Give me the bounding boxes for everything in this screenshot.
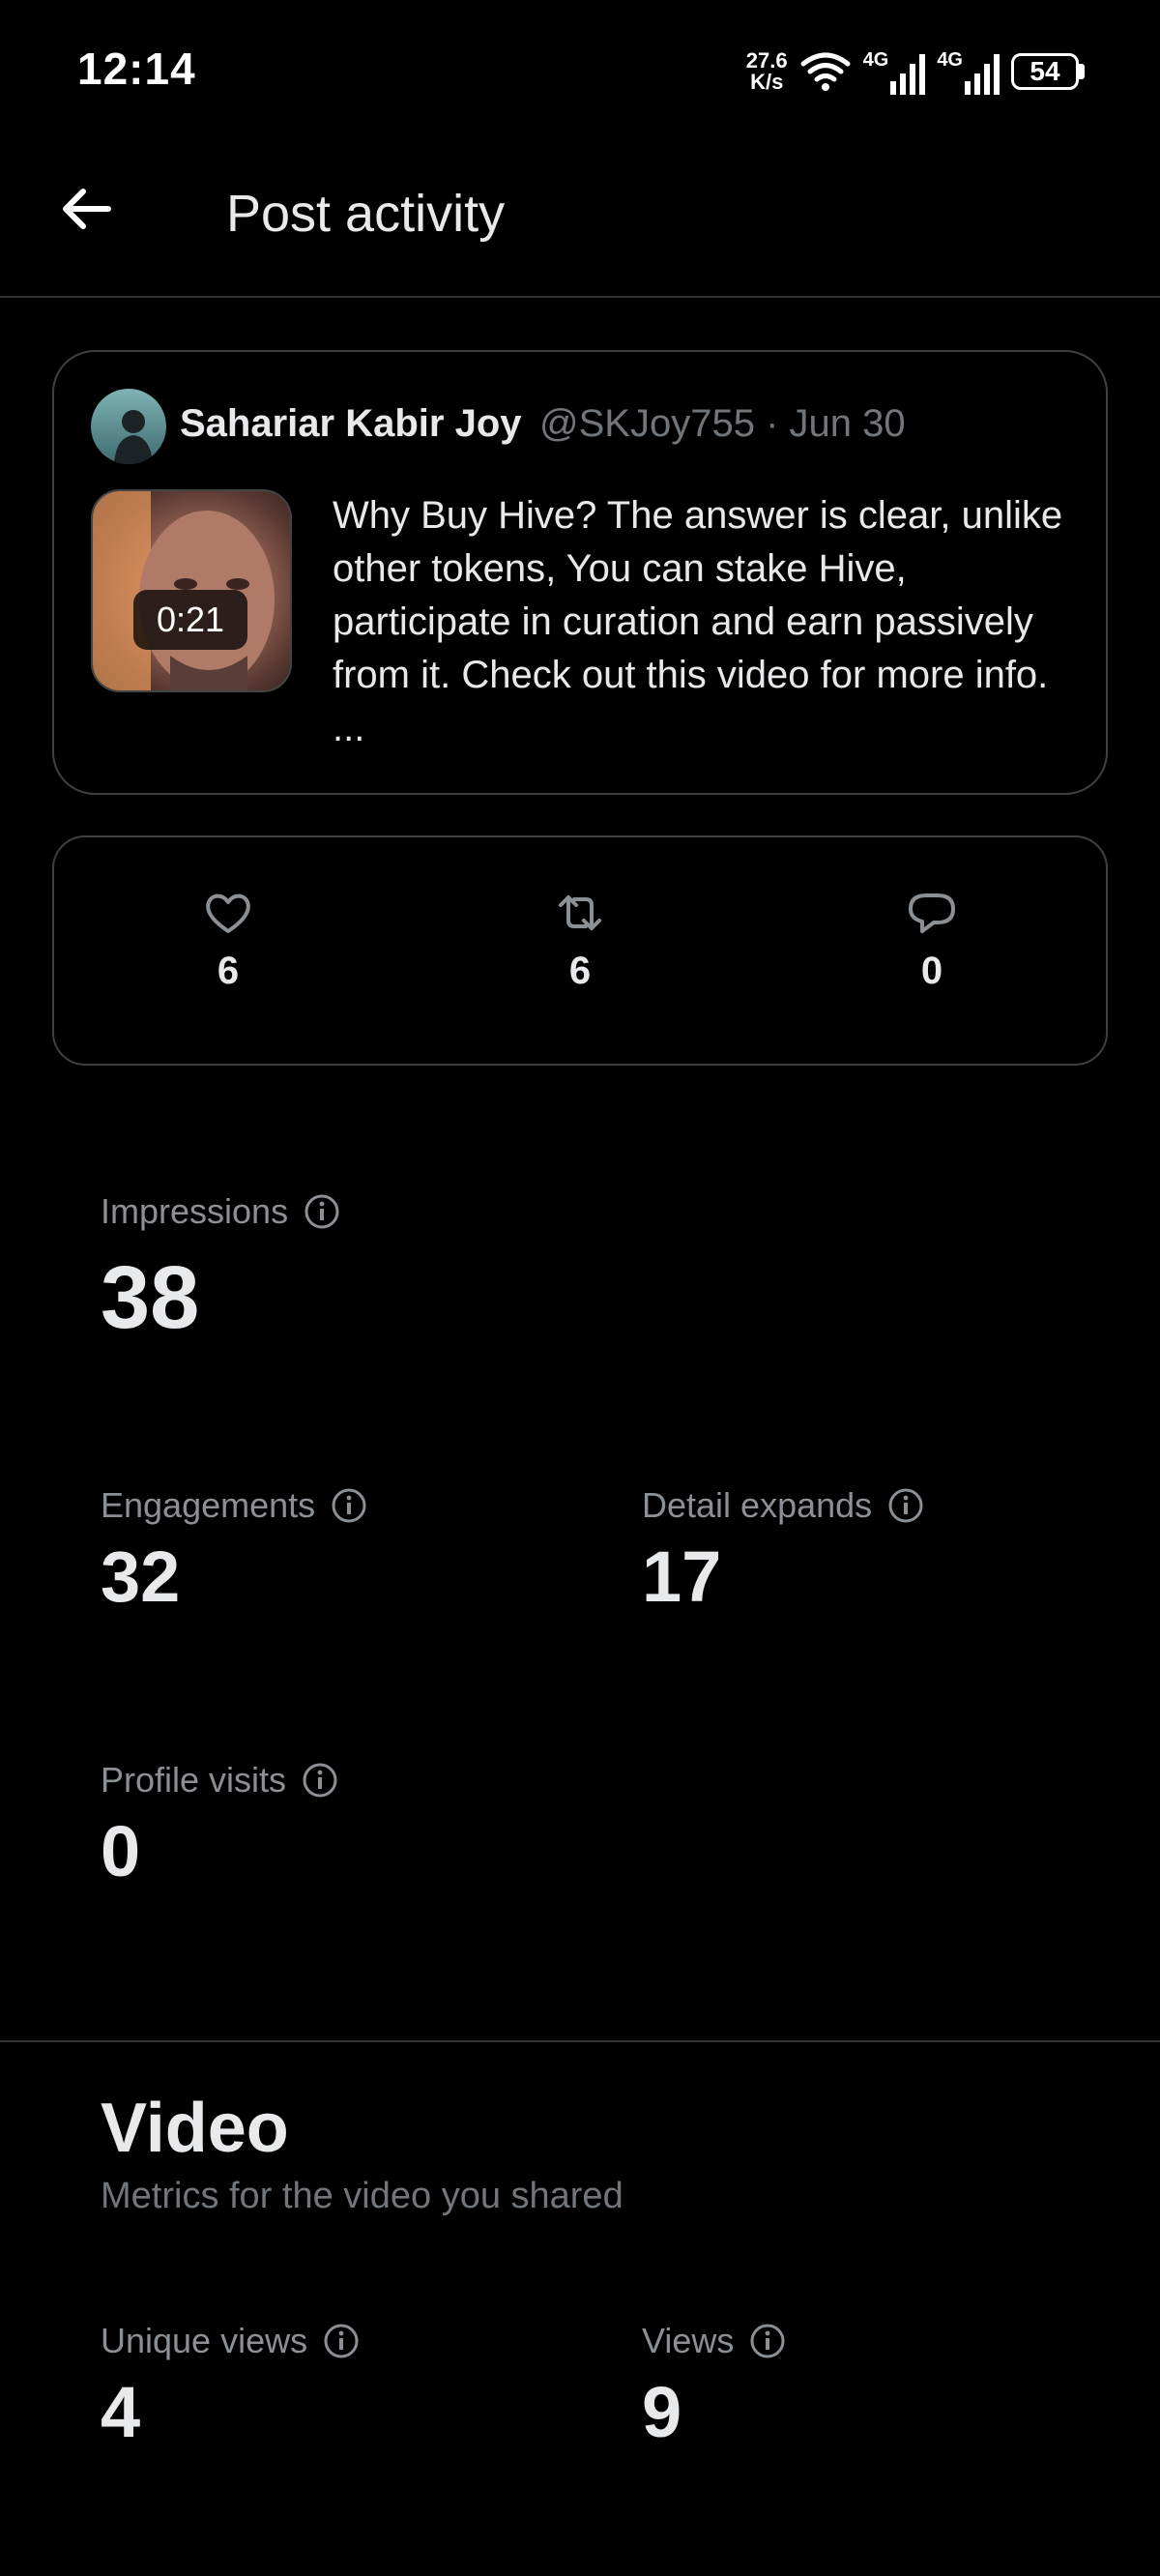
- battery-indicator: 54: [1011, 53, 1085, 90]
- wifi-icon: [800, 52, 851, 91]
- net-speed: 27.6 K/s: [746, 50, 788, 93]
- battery-level: 54: [1011, 53, 1079, 90]
- signal-bars-icon: [890, 53, 926, 95]
- replies-stat[interactable]: 0: [874, 886, 990, 993]
- impressions-value: 38: [101, 1248, 200, 1347]
- detail-expands-label: Detail expands: [642, 1485, 873, 1525]
- info-icon[interactable]: [304, 1193, 340, 1230]
- views-value: 9: [642, 2372, 682, 2452]
- section-divider: [0, 2040, 1160, 2042]
- unique-views-label: Unique views: [101, 2321, 308, 2360]
- likes-stat[interactable]: 6: [170, 886, 286, 993]
- engagements-value: 32: [101, 1537, 181, 1617]
- video-section-subtitle: Metrics for the video you shared: [101, 2176, 624, 2216]
- avatar-silhouette: [114, 410, 153, 464]
- author-name[interactable]: Sahariar Kabir Joy: [180, 402, 522, 446]
- cell-signal-1: 4G: [863, 49, 926, 95]
- author-handle-date: @SKJoy755 · Jun 30: [539, 402, 906, 445]
- engagements-label-row: Engagements: [101, 1485, 367, 1526]
- network-type-1: 4G: [862, 48, 889, 71]
- cell-signal-2: 4G: [937, 49, 1000, 95]
- impressions-label: Impressions: [101, 1191, 289, 1231]
- profile-visits-label: Profile visits: [101, 1760, 287, 1800]
- page-title: Post activity: [226, 185, 506, 243]
- info-icon[interactable]: [323, 2323, 360, 2359]
- profile-visits-value: 0: [101, 1811, 141, 1891]
- reply-bubble-icon: [909, 893, 955, 933]
- likes-count: 6: [217, 950, 240, 992]
- detail-expands-value: 17: [642, 1537, 722, 1617]
- profile-visits-label-row: Profile visits: [101, 1760, 338, 1800]
- repost-icon: [559, 895, 601, 930]
- status-time: 12:14: [77, 44, 196, 94]
- signal-bars-icon: [965, 53, 1000, 95]
- info-icon[interactable]: [302, 1762, 338, 1799]
- engagements-label: Engagements: [101, 1485, 316, 1525]
- detail-expands-label-row: Detail expands: [642, 1485, 924, 1526]
- network-type-2: 4G: [937, 48, 963, 71]
- info-icon[interactable]: [749, 2323, 786, 2359]
- reposts-stat[interactable]: 6: [522, 886, 638, 993]
- views-label-row: Views: [642, 2321, 786, 2361]
- info-icon[interactable]: [887, 1487, 924, 1524]
- heart-icon: [206, 893, 250, 933]
- views-label: Views: [642, 2321, 735, 2360]
- unique-views-label-row: Unique views: [101, 2321, 360, 2361]
- unique-views-value: 4: [101, 2372, 141, 2452]
- header-divider: [0, 296, 1160, 298]
- post-text[interactable]: Why Buy Hive? The answer is clear, unlik…: [333, 489, 1087, 755]
- video-duration-badge: 0:21: [133, 590, 247, 650]
- net-speed-value: 27.6: [745, 48, 788, 73]
- video-section-title: Video: [101, 2090, 289, 2167]
- reposts-count: 6: [568, 950, 592, 992]
- back-arrow-icon[interactable]: [58, 180, 116, 238]
- impressions-label-row: Impressions: [101, 1191, 340, 1232]
- status-icons: 27.6 K/s 4G 4G 54: [746, 46, 1085, 97]
- replies-count: 0: [920, 950, 943, 992]
- net-speed-unit: K/s: [750, 70, 784, 94]
- avatar[interactable]: [91, 389, 166, 464]
- info-icon[interactable]: [331, 1487, 367, 1524]
- battery-tip: [1079, 64, 1085, 79]
